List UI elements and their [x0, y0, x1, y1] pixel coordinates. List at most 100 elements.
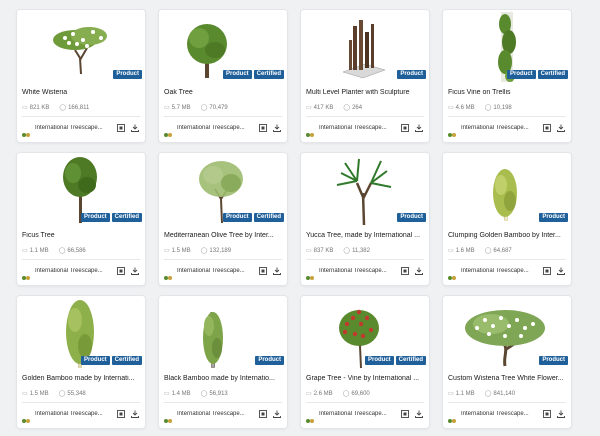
divider [22, 259, 140, 260]
author-link[interactable]: International Treescape... [319, 411, 392, 417]
download-count: 132,189 [209, 247, 232, 254]
ar-view-icon[interactable] [116, 123, 126, 133]
ar-view-icon[interactable] [542, 266, 552, 276]
badge-group: Product [113, 70, 142, 79]
model-card[interactable]: Product Certified Oak Tree ▭ 5.7 MB ◯ 70,… [159, 10, 287, 142]
card-footer: International Treescape... [164, 265, 282, 280]
comment-icon: ◯ [59, 105, 67, 111]
ar-view-icon[interactable] [542, 409, 552, 419]
download-count: 264 [352, 104, 363, 111]
download-icon[interactable] [414, 266, 424, 276]
model-card[interactable]: Product Certified Ficus Tree ▭ 1.1 MB ◯ 6… [17, 153, 145, 285]
card-footer: International Treescape... [22, 122, 140, 137]
file-icon: ▭ [306, 391, 312, 397]
badge-group: Product [255, 356, 284, 365]
divider [448, 259, 566, 260]
author-link[interactable]: International Treescape... [461, 125, 534, 131]
model-title[interactable]: Mediterranean Olive Tree by Inter... [164, 232, 282, 239]
author-link[interactable]: International Treescape... [35, 411, 108, 417]
product-badge: Product [397, 213, 426, 222]
treescape-logo-icon [448, 125, 457, 137]
product-badge: Product [80, 213, 110, 222]
model-card[interactable]: Product Black Bamboo made by Internatio.… [159, 296, 287, 428]
badge-group: Product [397, 70, 426, 79]
model-title[interactable]: Ficus Vine on Trellis [448, 89, 566, 96]
ar-view-icon[interactable] [542, 123, 552, 133]
card-footer: International Treescape... [448, 122, 566, 137]
download-icon[interactable] [414, 123, 424, 133]
badge-group: Product [397, 213, 426, 222]
download-count: 11,382 [352, 247, 370, 254]
download-icon[interactable] [272, 266, 282, 276]
badge-group: Product Certified [222, 213, 284, 222]
download-count: 166,811 [68, 104, 90, 111]
model-title[interactable]: Black Bamboo made by Internatio... [164, 375, 282, 382]
download-icon[interactable] [556, 409, 566, 419]
certified-badge: Certified [395, 356, 426, 365]
author-link[interactable]: International Treescape... [461, 268, 534, 274]
download-icon[interactable] [272, 409, 282, 419]
card-footer: International Treescape... [306, 265, 424, 280]
model-card[interactable]: Product Certified Mediterranean Olive Tre… [159, 153, 287, 285]
model-stats: ▭ 1.1 MB ◯ 66,586 [22, 247, 140, 255]
badge-group: Product Certified [80, 213, 142, 222]
comment-icon: ◯ [58, 391, 66, 397]
author-link[interactable]: International Treescape... [35, 125, 108, 131]
download-icon[interactable] [556, 123, 566, 133]
treescape-logo-icon [448, 268, 457, 280]
author-link[interactable]: International Treescape... [461, 411, 534, 417]
model-title[interactable]: Oak Tree [164, 89, 282, 96]
certified-badge: Certified [253, 70, 284, 79]
ar-view-icon[interactable] [400, 123, 410, 133]
divider [306, 259, 424, 260]
ar-view-icon[interactable] [258, 123, 268, 133]
author-link[interactable]: International Treescape... [177, 268, 250, 274]
model-card[interactable]: Product Custom Wisteria Tree White Flowe… [443, 296, 571, 428]
card-footer: International Treescape... [164, 122, 282, 137]
product-badge: Product [255, 356, 284, 365]
author-link[interactable]: International Treescape... [35, 268, 108, 274]
model-card[interactable]: Product Certified Golden Bamboo made by I… [17, 296, 145, 428]
file-size: 1.4 MB [171, 390, 191, 397]
ar-view-icon[interactable] [116, 266, 126, 276]
download-icon[interactable] [130, 266, 140, 276]
model-title[interactable]: Golden Bamboo made by Internati... [22, 375, 140, 382]
model-title[interactable]: Custom Wisteria Tree White Flower... [448, 375, 566, 382]
download-icon[interactable] [556, 266, 566, 276]
model-title[interactable]: Clumping Golden Bamboo by Inter... [448, 232, 566, 239]
ar-view-icon[interactable] [400, 409, 410, 419]
file-icon: ▭ [448, 248, 454, 254]
download-icon[interactable] [130, 409, 140, 419]
model-card[interactable]: Product Multi Level Planter with Sculptu… [301, 10, 429, 142]
model-card[interactable]: Product Yucca Tree, made by Internationa… [301, 153, 429, 285]
model-card[interactable]: Product Certified Ficus Vine on Trellis ▭… [443, 10, 571, 142]
model-stats: ▭ 837 KB ◯ 11,382 [306, 247, 424, 255]
model-stats: ▭ 5.7 MB ◯ 70,479 [164, 104, 282, 112]
author-link[interactable]: International Treescape... [177, 411, 250, 417]
author-link[interactable]: International Treescape... [177, 125, 250, 131]
download-count: 56,913 [209, 390, 228, 397]
download-icon[interactable] [130, 123, 140, 133]
author-link[interactable]: International Treescape... [319, 125, 392, 131]
ar-view-icon[interactable] [258, 409, 268, 419]
model-grid: Product White Wisteria ▭ 821 KB ◯ 166,81… [0, 0, 600, 436]
ar-view-icon[interactable] [400, 266, 410, 276]
download-icon[interactable] [414, 409, 424, 419]
model-card[interactable]: Product Certified Grape Tree - Vine by In… [301, 296, 429, 428]
model-title[interactable]: Multi Level Planter with Sculpture [306, 89, 424, 96]
comment-icon: ◯ [343, 105, 351, 111]
model-card[interactable]: Product Clumping Golden Bamboo by Inter.… [443, 153, 571, 285]
model-title[interactable]: White Wisteria [22, 89, 140, 96]
model-title[interactable]: Yucca Tree, made by International ... [306, 232, 424, 239]
file-size: 1.5 MB [29, 390, 49, 397]
file-size: 417 KB [313, 104, 334, 111]
download-icon[interactable] [272, 123, 282, 133]
file-icon: ▭ [22, 391, 28, 397]
model-title[interactable]: Grape Tree - Vine by International ... [306, 375, 424, 382]
ar-view-icon[interactable] [258, 266, 268, 276]
model-card[interactable]: Product White Wisteria ▭ 821 KB ◯ 166,81… [17, 10, 145, 142]
comment-icon: ◯ [200, 248, 208, 254]
author-link[interactable]: International Treescape... [319, 268, 392, 274]
model-title[interactable]: Ficus Tree [22, 232, 140, 239]
ar-view-icon[interactable] [116, 409, 126, 419]
